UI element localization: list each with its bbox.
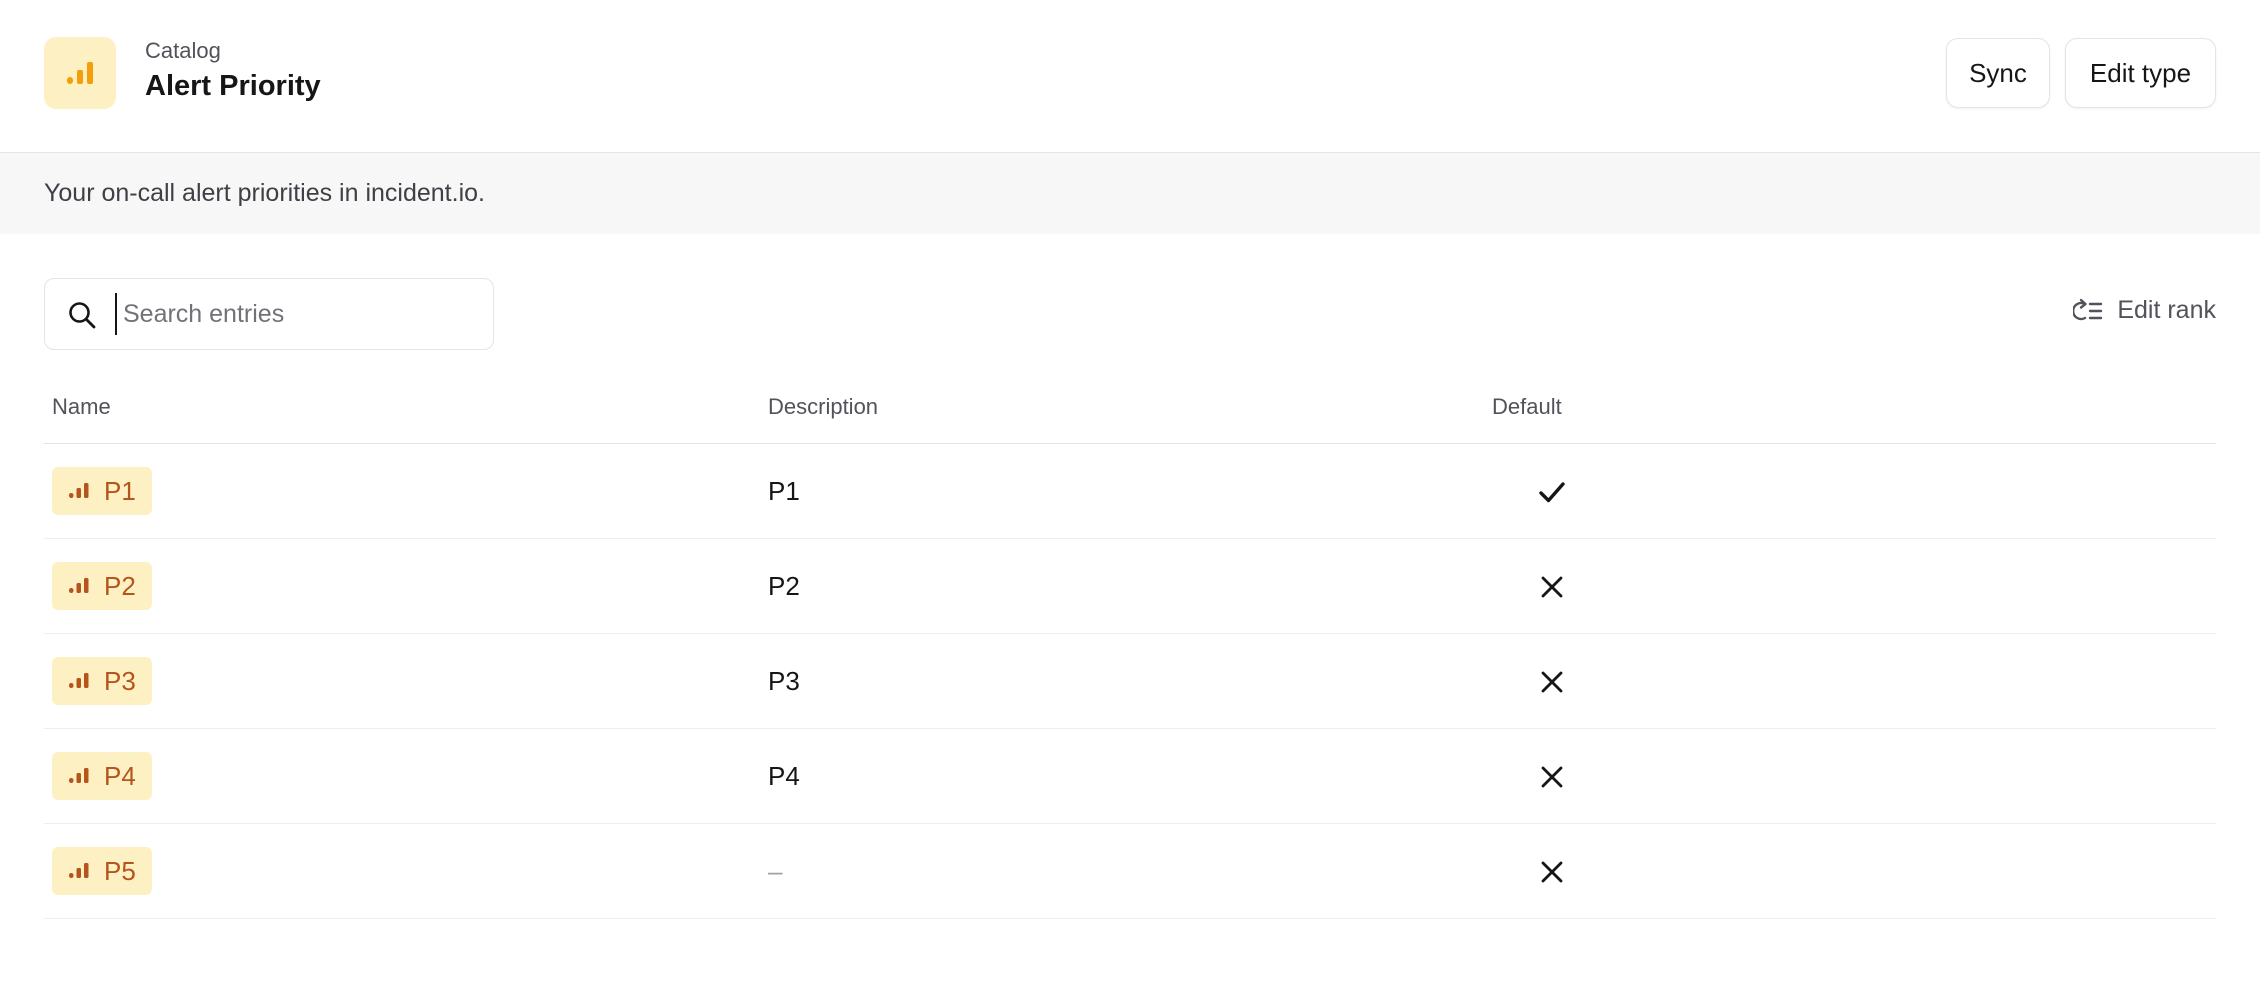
column-header-name[interactable]: Name xyxy=(52,394,111,420)
search-icon xyxy=(69,302,96,329)
catalog-page: Catalog Alert Priority Sync Edit type Yo… xyxy=(0,0,2260,984)
edit-rank-label: Edit rank xyxy=(2117,296,2216,324)
priority-bars-icon xyxy=(69,863,89,878)
catalog-description-band: Your on-call alert priorities in inciden… xyxy=(0,153,2260,234)
breadcrumb[interactable]: Catalog xyxy=(145,38,221,64)
rank-list-icon xyxy=(2073,298,2103,320)
table-row[interactable]: P3 P3 xyxy=(44,634,2216,729)
entry-name: P2 xyxy=(104,570,136,601)
search-box[interactable] xyxy=(44,278,494,350)
entry-name: P3 xyxy=(104,665,136,696)
priority-badge[interactable]: P4 xyxy=(52,752,152,800)
entries-table: Name Description Default P1 P1 P2 P2 P3 P3 P4 P… xyxy=(44,370,2216,919)
search-input[interactable] xyxy=(115,293,483,335)
priority-bars-icon xyxy=(69,578,89,593)
cross-icon xyxy=(1541,671,1563,693)
table-row[interactable]: P2 P2 xyxy=(44,539,2216,634)
table-row[interactable]: P5 – xyxy=(44,824,2216,919)
sync-button[interactable]: Sync xyxy=(1946,38,2050,108)
priority-bars-icon xyxy=(67,62,93,84)
entry-description: P1 xyxy=(768,476,800,506)
column-header-default[interactable]: Default xyxy=(1492,394,1562,420)
edit-type-button[interactable]: Edit type xyxy=(2065,38,2216,108)
priority-bars-icon xyxy=(69,483,89,498)
entry-description: P2 xyxy=(768,571,800,601)
table-row[interactable]: P4 P4 xyxy=(44,729,2216,824)
priority-badge[interactable]: P2 xyxy=(52,562,152,610)
cross-icon xyxy=(1541,576,1563,598)
entry-description: – xyxy=(768,856,783,886)
table-body: P1 P1 P2 P2 P3 P3 P4 P4 P5 – xyxy=(44,444,2216,919)
page-header: Catalog Alert Priority Sync Edit type xyxy=(0,0,2260,153)
priority-bars-icon xyxy=(69,673,89,688)
page-title: Alert Priority xyxy=(145,70,321,102)
catalog-description: Your on-call alert priorities in inciden… xyxy=(44,179,485,207)
priority-badge[interactable]: P1 xyxy=(52,467,152,515)
entry-name: P5 xyxy=(104,855,136,886)
cross-icon xyxy=(1541,766,1563,788)
entry-name: P1 xyxy=(104,475,136,506)
catalog-type-icon xyxy=(44,37,116,109)
entry-description: P3 xyxy=(768,666,800,696)
priority-badge[interactable]: P5 xyxy=(52,847,152,895)
priority-bars-icon xyxy=(69,768,89,783)
entry-name: P4 xyxy=(104,760,136,791)
table-header: Name Description Default xyxy=(44,370,2216,444)
cross-icon xyxy=(1541,861,1563,883)
column-header-description[interactable]: Description xyxy=(768,394,878,420)
priority-badge[interactable]: P3 xyxy=(52,657,152,705)
table-row[interactable]: P1 P1 xyxy=(44,444,2216,539)
check-icon xyxy=(1539,482,1565,503)
edit-rank-button[interactable]: Edit rank xyxy=(2073,296,2216,325)
entry-description: P4 xyxy=(768,761,800,791)
